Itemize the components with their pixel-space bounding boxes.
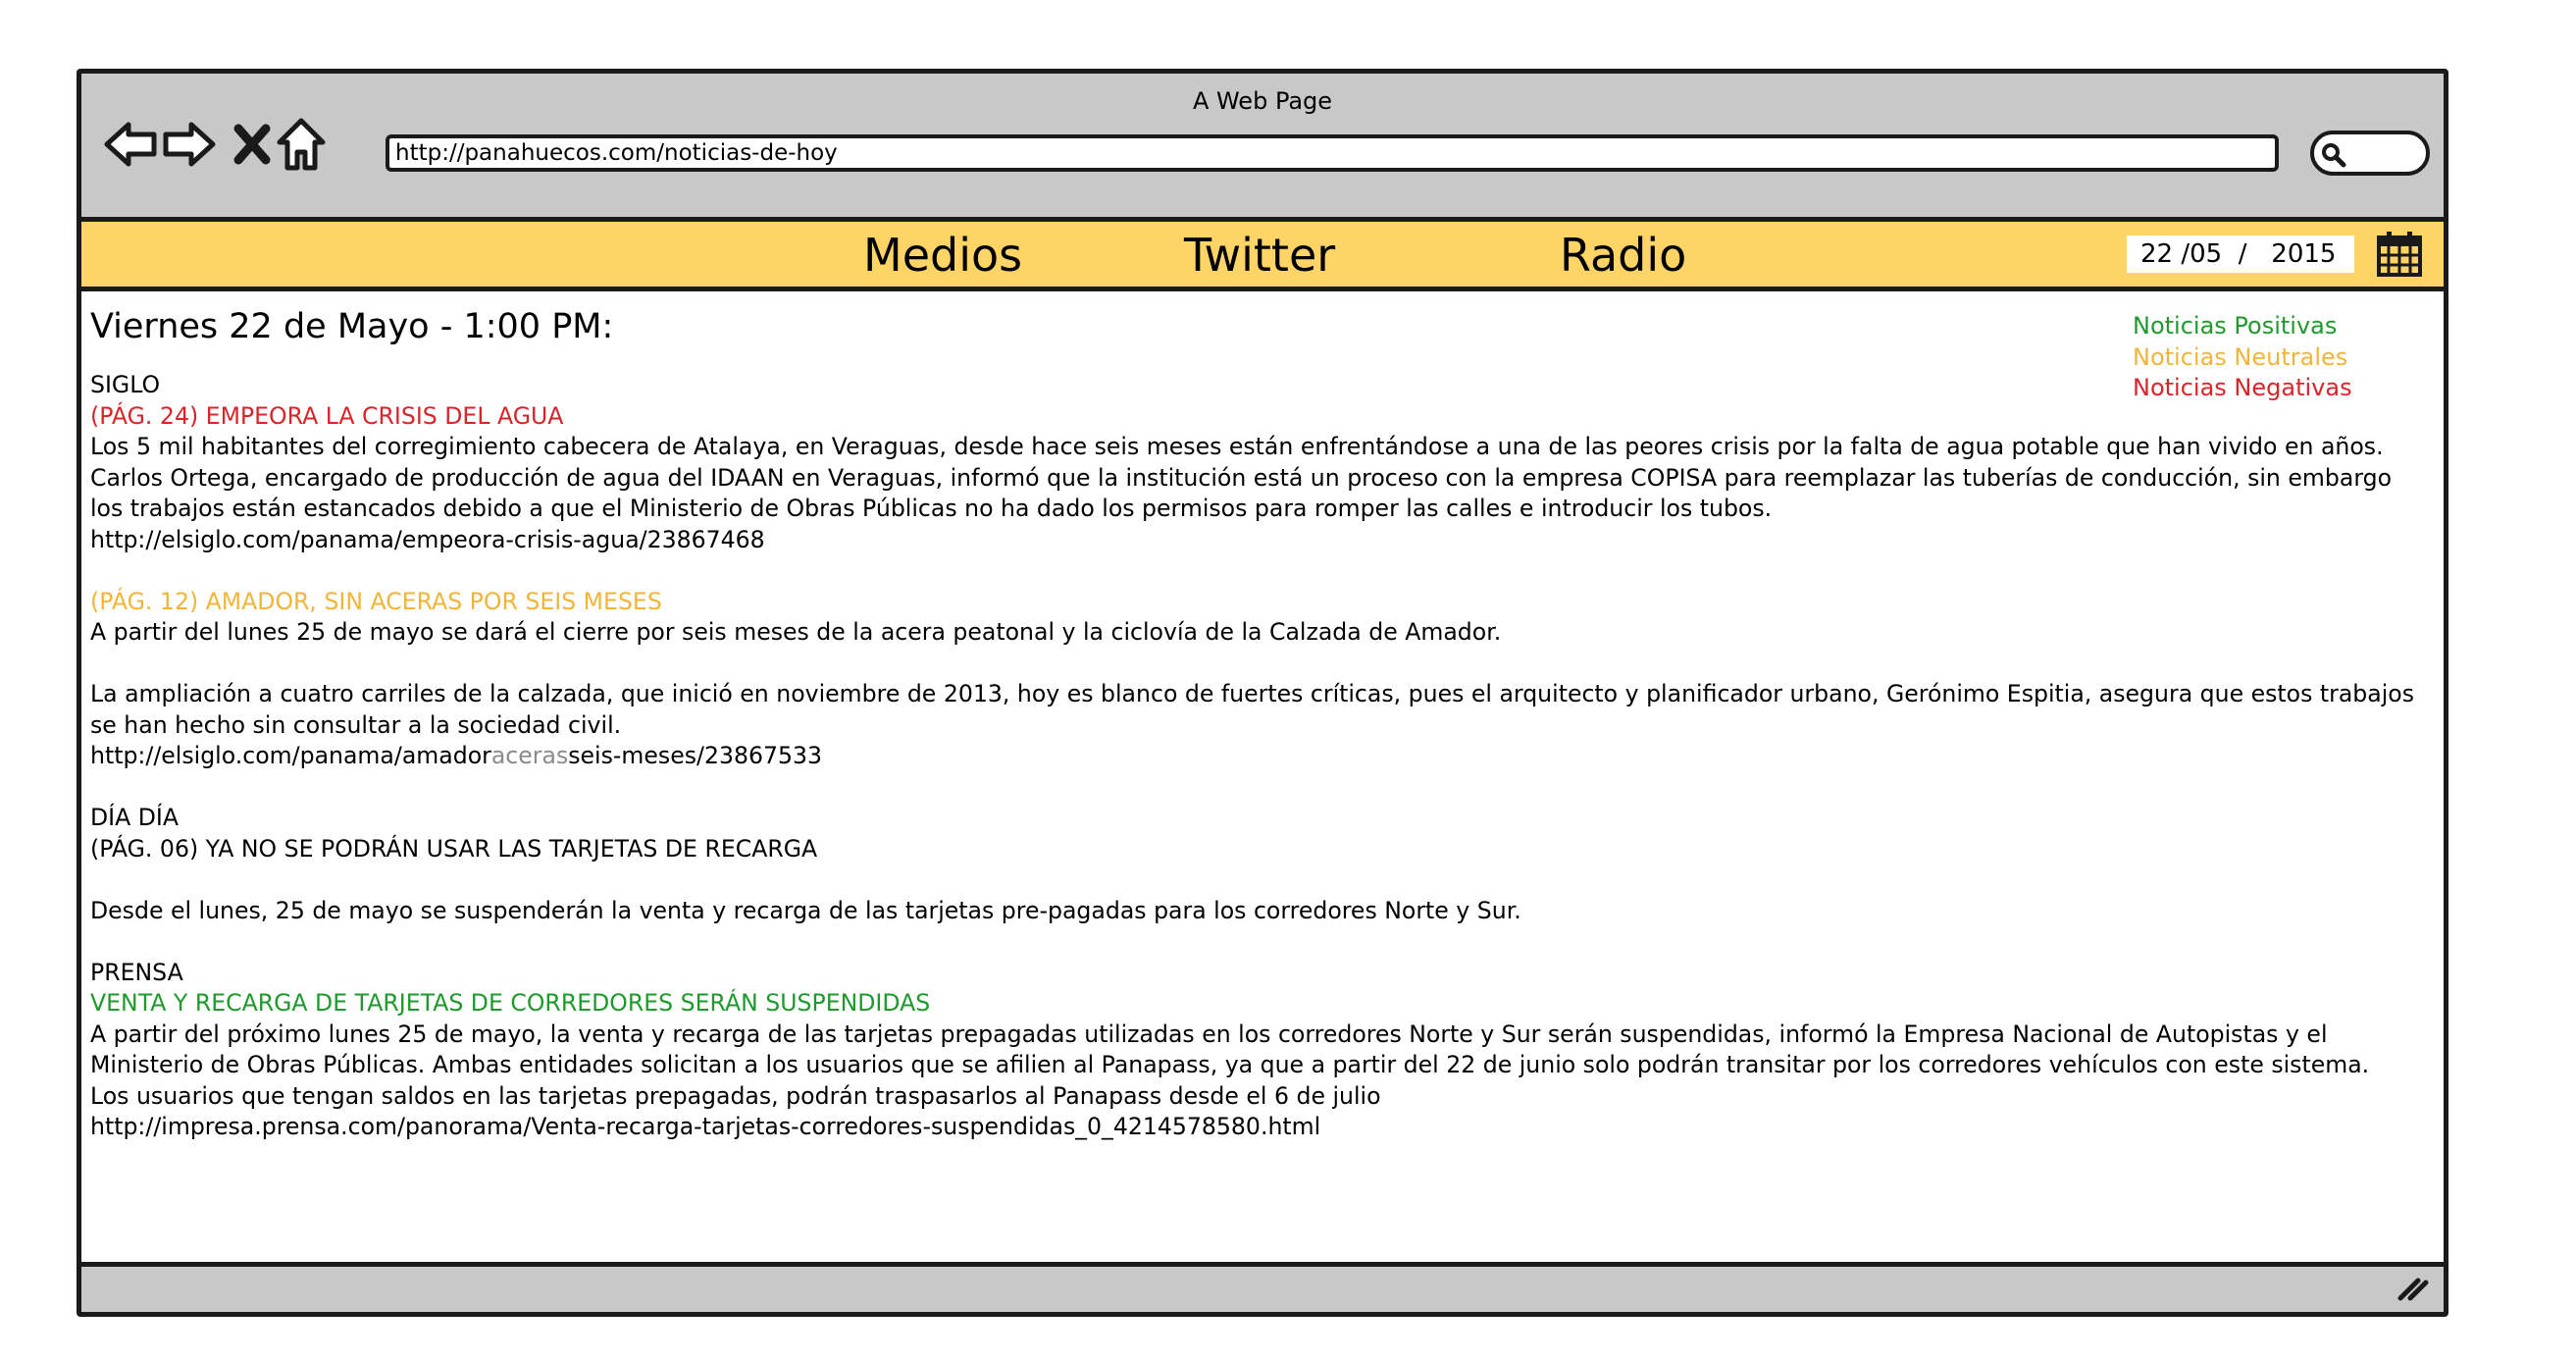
article-text: Los 5 mil habitantes del corregimiento c…	[90, 433, 2384, 460]
calendar-icon	[2377, 232, 2422, 277]
article-text: Carlos Ortega, encargado de producción d…	[90, 463, 2393, 492]
source-heading-diadia: DÍA DÍA	[90, 804, 180, 831]
page-content: Viernes 22 de Mayo - 1:00 PM: Noticias P…	[87, 291, 2442, 1249]
legend-neutral: Noticias Neutrales	[2133, 342, 2348, 371]
stop-button[interactable]	[225, 117, 280, 172]
page-title: Viernes 22 de Mayo - 1:00 PM:	[90, 307, 614, 346]
search-icon	[2322, 143, 2346, 168]
back-arrow-icon	[104, 122, 157, 167]
resize-handle[interactable]	[2396, 1273, 2430, 1306]
article-text: Los usuarios que tengan saldos en las ta…	[90, 1081, 1381, 1110]
link-part: http://elsiglo.com/panama/amador	[90, 742, 491, 769]
article-text: A partir del próximo lunes 25 de mayo, l…	[90, 1020, 2328, 1048]
article-headline: (PÁG. 24) EMPEORA LA CRISIS DEL AGUA	[90, 401, 564, 430]
browser-window: A Web Page http://panahuecos.com/noticia…	[77, 69, 2448, 1317]
article-text: A partir del lunes 25 de mayo se dará el…	[90, 618, 1502, 646]
search-box[interactable]	[2310, 131, 2430, 176]
date-field[interactable]: 22 /05 / 2015	[2127, 235, 2354, 273]
article-text: se han hecho sin consultar a la sociedad…	[90, 710, 622, 739]
address-bar[interactable]: http://panahuecos.com/noticias-de-hoy	[386, 134, 2279, 172]
nav-link-twitter[interactable]: Twitter	[1184, 228, 1335, 283]
forward-arrow-icon	[163, 122, 216, 167]
home-icon	[277, 118, 326, 171]
article-text: Ministerio de Obras Públicas. Ambas enti…	[90, 1051, 2370, 1078]
news-list: SIGLO (PÁG. 24) EMPEORA LA CRISIS DEL AG…	[90, 370, 2435, 1143]
link-part: aceras	[490, 742, 569, 769]
article-link[interactable]: http://elsiglo.com/panama/amadoracerasse…	[90, 741, 2435, 772]
forward-button[interactable]	[162, 117, 217, 172]
top-navigation-bar: Medios Twitter Radio 22 /05 / 2015	[81, 222, 2444, 291]
article-text: La ampliación a cuatro carriles de la ca…	[90, 680, 2415, 707]
resize-handle-icon	[2397, 1278, 2429, 1301]
nav-link-medios[interactable]: Medios	[863, 228, 1022, 283]
nav-link-radio[interactable]: Radio	[1560, 228, 1686, 283]
home-button[interactable]	[274, 117, 329, 172]
article-text: los trabajos están estancados debido a q…	[90, 495, 1773, 522]
article-headline: (PÁG. 06) YA NO SE PODRÁN USAR LAS TARJE…	[90, 834, 818, 863]
legend-positive: Noticias Positivas	[2133, 312, 2338, 340]
calendar-button[interactable]	[2375, 230, 2424, 283]
source-heading-prensa: PRENSA	[90, 958, 183, 986]
window-title: A Web Page	[1192, 87, 1333, 115]
status-bar	[81, 1262, 2444, 1312]
article-link[interactable]: http://elsiglo.com/panama/empeora-crisis…	[90, 525, 2435, 556]
article-text: Desde el lunes, 25 de mayo se suspenderá…	[90, 896, 1521, 924]
link-part: seis-meses/23867533	[568, 742, 823, 769]
article-link[interactable]: http://impresa.prensa.com/panorama/Venta…	[90, 1112, 2435, 1143]
article-headline: VENTA Y RECARGA DE TARJETAS DE CORREDORE…	[90, 989, 931, 1017]
source-heading-siglo: SIGLO	[90, 371, 161, 398]
back-button[interactable]	[103, 117, 158, 172]
article-headline: (PÁG. 12) AMADOR, SIN ACERAS POR SEIS ME…	[90, 587, 662, 615]
browser-titlebar: A Web Page http://panahuecos.com/noticia…	[81, 74, 2444, 222]
close-icon	[233, 124, 271, 165]
